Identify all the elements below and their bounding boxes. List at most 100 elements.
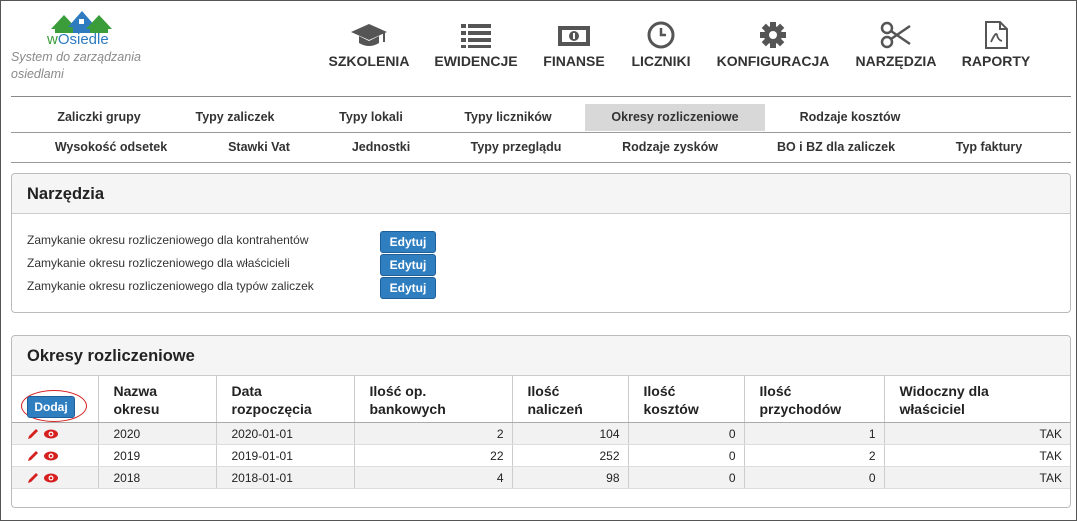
tab-rodzaje-zyskow[interactable]: Rodzaje zysków bbox=[585, 134, 743, 162]
col-header-line: przychodów bbox=[759, 401, 842, 417]
tools-panel-title: Narzędzia bbox=[12, 174, 1070, 214]
nav-raporty[interactable]: RAPORTY bbox=[959, 21, 1033, 69]
tool-label-owners: Zamykanie okresu rozliczeniowego dla wła… bbox=[27, 256, 290, 270]
nav-finanse[interactable]: FINANSE bbox=[542, 21, 606, 69]
col-header-line: kosztów bbox=[643, 401, 699, 417]
periods-table: Dodaj Nazwa okresu Data rozpoczęcia Ilość … bbox=[12, 376, 1070, 489]
cell-name: 2019 bbox=[98, 444, 217, 467]
nav-label: NARZĘDZIA bbox=[855, 53, 937, 69]
nav-label: EWIDENCJE bbox=[434, 53, 518, 69]
row-actions bbox=[12, 444, 99, 467]
tabs-bottom-divider bbox=[11, 162, 1071, 163]
money-icon bbox=[558, 26, 590, 46]
tab-okresy-rozliczeniowe[interactable]: Okresy rozliczeniowe bbox=[573, 104, 765, 132]
nav-konfiguracja[interactable]: KONFIGURACJA bbox=[715, 21, 831, 69]
cell-costs: 0 bbox=[628, 466, 745, 489]
table-row: 2019 2019-01-01 22 252 0 2 TAK bbox=[12, 444, 1070, 467]
cell-bank-ops: 22 bbox=[354, 444, 513, 467]
nav-label: LICZNIKI bbox=[631, 53, 691, 69]
col-header-line: rozpoczęcia bbox=[231, 401, 312, 417]
tab-typy-przegladu[interactable]: Typy przeglądu bbox=[433, 134, 587, 162]
eye-icon[interactable] bbox=[43, 471, 59, 485]
eye-icon[interactable] bbox=[43, 449, 59, 463]
pencil-icon[interactable] bbox=[26, 427, 40, 441]
col-header-line: Ilość bbox=[527, 383, 560, 399]
gear-icon bbox=[760, 22, 786, 48]
col-header-bank-ops[interactable]: Ilość op. bankowych bbox=[354, 376, 513, 423]
col-header-line: Nazwa bbox=[113, 383, 158, 399]
nav-label: KONFIGURACJA bbox=[716, 53, 830, 69]
col-header-charges[interactable]: Ilość naliczeń bbox=[512, 376, 629, 423]
cell-visible: TAK bbox=[884, 444, 1070, 467]
tab-bo-bz-zaliczek[interactable]: BO i BZ dla zaliczek bbox=[741, 134, 919, 162]
nav-narzedzia[interactable]: NARZĘDZIA bbox=[854, 21, 938, 69]
nav-label: SZKOLENIA bbox=[328, 53, 410, 69]
cell-charges: 252 bbox=[512, 444, 629, 467]
col-header-start[interactable]: Data rozpoczęcia bbox=[216, 376, 355, 423]
table-header-row: Dodaj Nazwa okresu Data rozpoczęcia Ilość … bbox=[12, 376, 1070, 423]
logo-text[interactable]: wOsiedle bbox=[47, 31, 109, 48]
nav-label: FINANSE bbox=[543, 53, 605, 69]
cell-start: 2019-01-01 bbox=[216, 444, 355, 467]
eye-icon[interactable] bbox=[43, 427, 59, 441]
tab-typy-licznikow[interactable]: Typy liczników bbox=[429, 104, 575, 132]
cell-bank-ops: 2 bbox=[354, 422, 513, 445]
cell-charges: 98 bbox=[512, 466, 629, 489]
tabs-row-divider bbox=[11, 132, 1071, 133]
table-row: 2018 2018-01-01 4 98 0 0 TAK bbox=[12, 466, 1070, 489]
nav-szkolenia[interactable]: SZKOLENIA bbox=[328, 21, 410, 69]
tab-zaliczki-grupy[interactable]: Zaliczki grupy bbox=[27, 104, 159, 132]
logo-text-rest: Osiedle bbox=[57, 31, 109, 48]
table-row: 2020 2020-01-01 2 104 0 1 TAK bbox=[12, 422, 1070, 445]
list-icon bbox=[461, 24, 491, 48]
tab-stawki-vat[interactable]: Stawki Vat bbox=[189, 134, 317, 162]
col-header-line: Ilość op. bbox=[369, 383, 427, 399]
col-header-incomes[interactable]: Ilość przychodów bbox=[744, 376, 885, 423]
tab-typ-faktury[interactable]: Typ faktury bbox=[917, 134, 1049, 162]
nav-liczniki[interactable]: LICZNIKI bbox=[629, 21, 693, 69]
cell-start: 2020-01-01 bbox=[216, 422, 355, 445]
cell-charges: 104 bbox=[512, 422, 629, 445]
tab-wysokosc-odsetek[interactable]: Wysokość odsetek bbox=[27, 134, 183, 162]
cell-incomes: 1 bbox=[744, 422, 885, 445]
pdf-file-icon bbox=[985, 21, 1008, 49]
graduation-cap-icon bbox=[351, 24, 387, 46]
col-header-line: bankowych bbox=[369, 401, 446, 417]
col-header-costs[interactable]: Ilość kosztów bbox=[628, 376, 745, 423]
col-header-name[interactable]: Nazwa okresu bbox=[98, 376, 217, 423]
cell-incomes: 0 bbox=[744, 466, 885, 489]
app-tagline: System do zarządzania osiedlami bbox=[11, 50, 141, 81]
scissors-icon bbox=[880, 21, 911, 49]
col-header-visible[interactable]: Widoczny dla właściciel bbox=[884, 376, 1070, 423]
actions-header: Dodaj bbox=[12, 376, 99, 423]
cell-start: 2018-01-01 bbox=[216, 466, 355, 489]
cell-costs: 0 bbox=[628, 444, 745, 467]
col-header-line: Ilość bbox=[643, 383, 676, 399]
tab-jednostki[interactable]: Jednostki bbox=[315, 134, 435, 162]
tool-label-contractors: Zamykanie okresu rozliczeniowego dla kon… bbox=[27, 233, 309, 247]
row-actions bbox=[12, 466, 99, 489]
col-header-line: właściciel bbox=[899, 401, 965, 417]
tab-typy-zaliczek[interactable]: Typy zaliczek bbox=[157, 104, 301, 132]
row-actions bbox=[12, 422, 99, 445]
pencil-icon[interactable] bbox=[26, 471, 40, 485]
col-header-line: okresu bbox=[113, 401, 160, 417]
nav-ewidencje[interactable]: EWIDENCJE bbox=[433, 21, 519, 69]
tool-label-advance-types: Zamykanie okresu rozliczeniowego dla typ… bbox=[27, 279, 314, 293]
cell-visible: TAK bbox=[884, 422, 1070, 445]
add-period-button[interactable]: Dodaj bbox=[27, 396, 75, 418]
tab-typy-lokali[interactable]: Typy lokali bbox=[299, 104, 431, 132]
periods-panel: Okresy rozliczeniowe Dodaj Nazwa okresu D… bbox=[11, 335, 1071, 508]
edit-advance-types-button[interactable]: Edytuj bbox=[380, 277, 436, 299]
pencil-icon[interactable] bbox=[26, 449, 40, 463]
col-header-line: Ilość bbox=[759, 383, 792, 399]
edit-owners-button[interactable]: Edytuj bbox=[380, 254, 436, 276]
app-window: wOsiedle System do zarządzania osiedlami… bbox=[0, 0, 1077, 521]
logo-text-w: w bbox=[47, 31, 58, 48]
edit-contractors-button[interactable]: Edytuj bbox=[380, 231, 436, 253]
col-header-line: naliczeń bbox=[527, 401, 583, 417]
cell-incomes: 2 bbox=[744, 444, 885, 467]
tab-rodzaje-kosztow[interactable]: Rodzaje kosztów bbox=[763, 104, 925, 132]
nav-label: RAPORTY bbox=[961, 53, 1031, 69]
clock-icon bbox=[647, 21, 675, 49]
